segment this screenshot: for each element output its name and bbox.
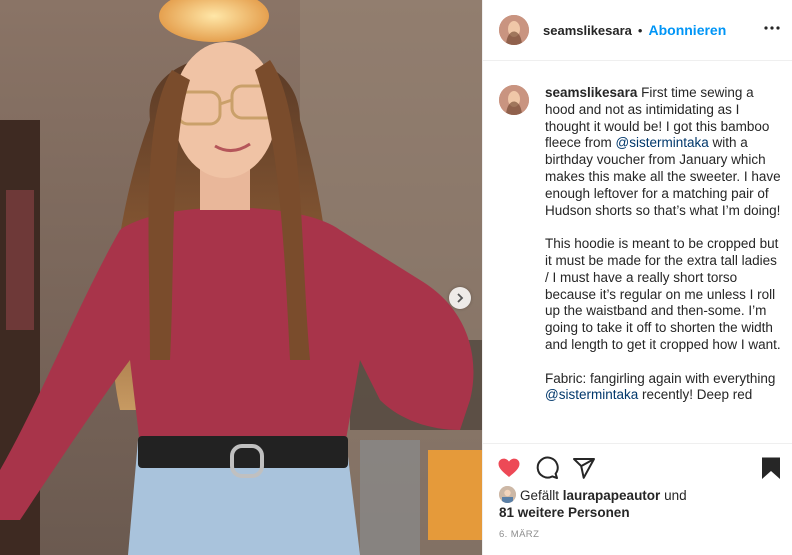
likes-prefix: Gefällt bbox=[520, 488, 563, 503]
paper-plane-icon bbox=[573, 458, 595, 479]
post-header: seamslikesara • Abonnieren bbox=[483, 0, 792, 61]
like-button[interactable] bbox=[497, 456, 521, 480]
liker-avatar[interactable] bbox=[499, 486, 516, 503]
comment-icon bbox=[536, 456, 559, 479]
mention-link[interactable]: @sistermintaka bbox=[545, 387, 638, 402]
post-caption: seamslikesara First time sewing a hood a… bbox=[545, 85, 781, 404]
liker-username[interactable]: laurapapeautor bbox=[563, 488, 661, 503]
likes-connector: und bbox=[660, 488, 687, 503]
avatar-image bbox=[499, 85, 529, 115]
avatar[interactable] bbox=[499, 15, 529, 45]
caption-paragraph-1: seamslikesara First time sewing a hood a… bbox=[545, 85, 781, 219]
avatar-image bbox=[499, 15, 529, 45]
more-options-button[interactable] bbox=[763, 18, 781, 38]
more-horizontal-icon bbox=[764, 26, 780, 30]
chevron-right-icon bbox=[457, 293, 464, 303]
comment-button[interactable] bbox=[535, 456, 559, 480]
caption-username[interactable]: seamslikesara bbox=[545, 85, 637, 100]
caption-avatar[interactable] bbox=[499, 85, 529, 115]
post-side-panel: seamslikesara • Abonnieren seamslikesara… bbox=[482, 0, 792, 555]
avatar-image bbox=[499, 486, 516, 503]
next-photo-button[interactable] bbox=[449, 287, 471, 309]
post-date[interactable]: 6. MÄRZ bbox=[499, 529, 539, 540]
save-button[interactable] bbox=[759, 456, 783, 480]
heart-filled-icon bbox=[498, 458, 520, 477]
caption-text: recently! Deep red bbox=[638, 387, 753, 403]
caption-text: Fabric: fangirling again with everything bbox=[545, 370, 776, 386]
follow-button[interactable]: Abonnieren bbox=[648, 22, 726, 38]
caption-paragraph-3: Fabric: fangirling again with everything… bbox=[545, 371, 781, 405]
separator-dot: • bbox=[637, 22, 643, 38]
post-actions: Gefällt laurapapeautor und 81 weitere Pe… bbox=[483, 443, 792, 555]
photo-illustration bbox=[0, 0, 482, 555]
header-username[interactable]: seamslikesara bbox=[543, 23, 632, 38]
bookmark-filled-icon bbox=[762, 457, 780, 479]
likes-others-link[interactable]: 81 weitere Personen bbox=[499, 505, 630, 520]
share-button[interactable] bbox=[572, 456, 596, 480]
likes-summary: Gefällt laurapapeautor und 81 weitere Pe… bbox=[499, 486, 779, 521]
post-photo[interactable] bbox=[0, 0, 482, 555]
comments-area[interactable]: seamslikesara First time sewing a hood a… bbox=[483, 61, 792, 443]
caption-paragraph-2: This hoodie is meant to be cropped but i… bbox=[545, 236, 781, 352]
mention-link[interactable]: @sistermintaka bbox=[616, 135, 709, 150]
